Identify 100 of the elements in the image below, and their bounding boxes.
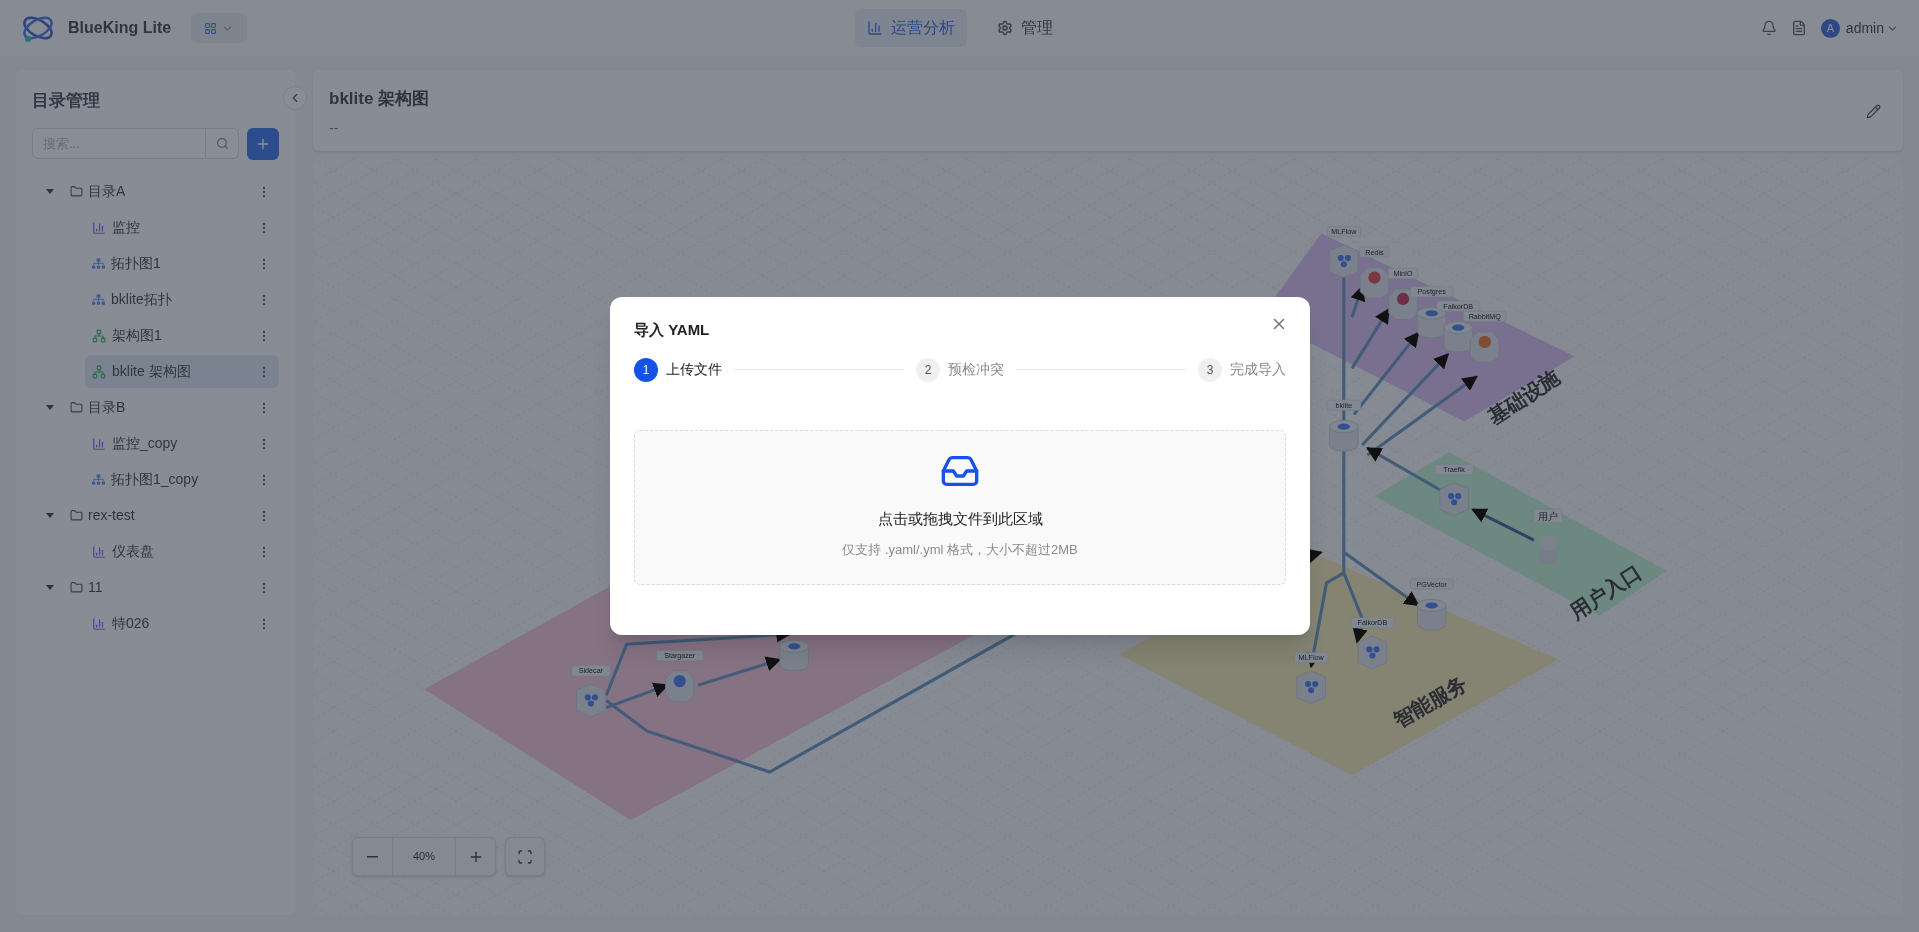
add-button[interactable]	[247, 127, 279, 160]
node-label: Sidecar	[571, 665, 611, 677]
folder-label: 目录B	[88, 398, 126, 417]
dialog-title: 导入 YAML	[634, 320, 710, 340]
hierarchy-icon	[92, 328, 106, 343]
sitemap-icon	[92, 293, 105, 306]
server-node	[1296, 670, 1326, 704]
step-number: 2	[916, 357, 940, 382]
step-number: 1	[634, 357, 658, 382]
zoom-level: 40%	[412, 849, 436, 865]
connector-line	[1471, 508, 1535, 542]
folder-item[interactable]: 目录B	[32, 389, 279, 426]
zone-label: 用户入口	[1566, 561, 1646, 624]
document-icon[interactable]	[1790, 20, 1807, 36]
item-label: 拓扑图1	[111, 254, 161, 273]
folder-item[interactable]: rex-test	[32, 497, 279, 534]
item-label: 监控	[112, 218, 140, 237]
tree-item[interactable]: 拓扑图1	[85, 247, 279, 280]
item-label: bklite 架构图	[112, 362, 191, 381]
sitemap-icon	[92, 257, 105, 270]
tree-item[interactable]: 拓扑图1_copy	[85, 463, 279, 496]
database-node	[1443, 321, 1473, 353]
upload-dropzone[interactable]: 点击或拖拽文件到此区域 仅支持 .yaml/.yml 格式，大小不超过2MB	[634, 429, 1286, 585]
node-label: Traefik	[1434, 464, 1474, 475]
caret-icon	[46, 584, 54, 591]
brand-name: BlueKing Lite	[68, 18, 172, 38]
tree-item[interactable]: 监控	[85, 211, 279, 244]
caret-icon	[46, 188, 54, 195]
folder-label: 目录A	[88, 182, 126, 201]
fullscreen-button[interactable]	[505, 837, 545, 876]
item-label: 监控_copy	[112, 434, 178, 453]
folder-item[interactable]: 目录A	[32, 173, 279, 210]
app-switcher[interactable]	[191, 13, 248, 43]
node-label: MLFlow	[1326, 226, 1362, 237]
chart-icon	[92, 616, 106, 631]
tree-item[interactable]: 仪表盘	[85, 535, 279, 568]
upload-text: 点击或拖拽文件到此区域	[877, 508, 1043, 529]
chart-icon	[92, 544, 106, 559]
node-label: FalkorDB	[1436, 300, 1480, 312]
server-node	[1329, 244, 1359, 278]
tree-item[interactable]: bklite拓扑	[85, 283, 279, 316]
hierarchy-icon	[92, 364, 106, 379]
chart-icon	[92, 436, 106, 451]
item-label: 架构图1	[112, 326, 162, 345]
search-icon	[215, 136, 229, 150]
step-label: 预检冲突	[948, 360, 1004, 379]
database-node	[1416, 598, 1447, 631]
chart-icon	[92, 220, 106, 235]
search-button[interactable]	[206, 127, 239, 159]
upload-hint: 仅支持 .yaml/.yml 格式，大小不超过2MB	[842, 541, 1078, 559]
server-node	[1357, 635, 1388, 670]
tree-item[interactable]: 监控_copy	[85, 427, 279, 460]
step-number: 3	[1198, 357, 1222, 382]
caret-icon	[46, 512, 54, 519]
tree-item[interactable]: bklite 架构图	[85, 355, 279, 388]
step-label: 上传文件	[666, 360, 722, 379]
user-name[interactable]: admin	[1845, 17, 1884, 39]
folder-icon	[70, 401, 83, 414]
server-node	[1439, 482, 1469, 516]
edit-icon[interactable]	[1866, 104, 1881, 119]
node-label: Redis	[1359, 246, 1390, 258]
node-label: FalkorDB	[1350, 617, 1394, 629]
node-label: Postgres	[1410, 286, 1454, 298]
folder-icon	[70, 185, 83, 198]
view-description: --	[329, 118, 340, 138]
node-label: Stargazer	[656, 650, 704, 661]
notification-icon[interactable]	[1760, 20, 1777, 36]
tree-item[interactable]: 特026	[85, 607, 279, 640]
service-node	[1359, 266, 1390, 299]
step-label: 完成导入	[1230, 360, 1286, 379]
minus-icon	[367, 855, 378, 858]
apps-icon	[204, 21, 218, 35]
folder-item[interactable]: 11	[32, 569, 279, 606]
sidebar-title: 目录管理	[32, 90, 101, 112]
collapse-button[interactable]	[283, 86, 307, 110]
sitemap-icon	[92, 473, 105, 486]
server-node	[576, 683, 606, 718]
view-title: bklite 架构图	[329, 88, 431, 110]
node-label: PGVector	[1410, 578, 1454, 590]
node-label: MinIO	[1388, 268, 1419, 279]
item-label: 仪表盘	[112, 542, 154, 561]
node-label: MLFlow	[1293, 652, 1329, 663]
zone-label: 智能服务	[1390, 672, 1471, 732]
node-label: RabbitMQ	[1463, 310, 1507, 322]
caret-icon	[46, 404, 54, 411]
node-label: 用户	[1533, 509, 1563, 523]
user-avatar[interactable]: A	[1820, 18, 1840, 38]
nav-tab[interactable]: 管理	[984, 9, 1065, 47]
item-label: 特026	[112, 614, 150, 633]
chart-icon	[866, 20, 883, 36]
item-label: bklite拓扑	[111, 290, 172, 309]
database-node	[1329, 420, 1359, 452]
nav-tab[interactable]: 运营分析	[854, 9, 967, 47]
zone-label: 基础设施	[1484, 366, 1564, 429]
gear-icon	[996, 20, 1013, 36]
fullscreen-icon	[517, 848, 533, 865]
tree-item[interactable]: 架构图1	[85, 319, 279, 352]
node-label: bklite	[1326, 399, 1362, 411]
database-node	[779, 639, 809, 672]
folder-icon	[70, 581, 83, 594]
